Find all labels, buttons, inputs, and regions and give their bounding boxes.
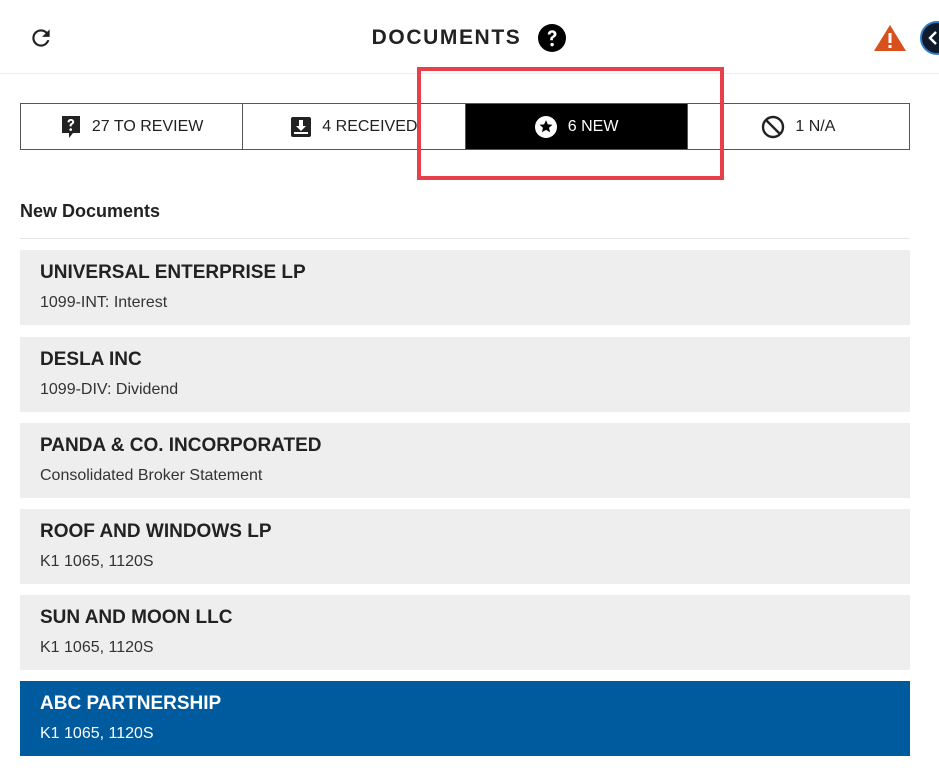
tab-not-applicable-label: 1 N/A [795, 117, 836, 135]
document-type: 1099-INT: Interest [40, 294, 168, 311]
tab-received[interactable]: 4 RECEIVED [242, 104, 464, 149]
document-name: UNIVERSAL ENTERPRISE LP [40, 262, 306, 283]
star-circle-icon [534, 115, 557, 138]
help-button[interactable] [537, 23, 567, 53]
title-bar: DOCUMENTS [0, 22, 939, 54]
list-item-desla-inc[interactable]: DESLA INC 1099-DIV: Dividend [20, 337, 910, 412]
document-name: ABC PARTNERSHIP [40, 693, 222, 714]
section-title: New Documents [20, 201, 161, 221]
question-document-icon [61, 115, 80, 138]
document-type: K1 1065, 1120S [40, 639, 154, 656]
header: DOCUMENTS [0, 0, 939, 74]
prohibited-icon [762, 115, 785, 138]
chevron-left-icon [928, 31, 937, 45]
list-item-roof-and-windows-lp[interactable]: ROOF AND WINDOWS LP K1 1065, 1120S [20, 509, 910, 584]
list-item-abc-partnership[interactable]: ABC PARTNERSHIP K1 1065, 1120S [20, 681, 910, 756]
list-item-universal-enterprise-lp[interactable]: UNIVERSAL ENTERPRISE LP 1099-INT: Intere… [20, 250, 910, 325]
document-name: DESLA INC [40, 349, 142, 370]
document-name: SUN AND MOON LLC [40, 607, 233, 628]
document-name: ROOF AND WINDOWS LP [40, 521, 272, 542]
section-divider [20, 238, 910, 239]
tab-to-review-label: 27 TO REVIEW [91, 117, 204, 135]
document-filter-tabs: 27 TO REVIEW 4 RECEIVED 6 NEW 1 N/A [20, 103, 910, 150]
tab-new[interactable]: 6 NEW [464, 104, 687, 149]
document-type: K1 1065, 1120S [40, 553, 154, 570]
tab-not-applicable[interactable]: 1 N/A [686, 104, 909, 149]
document-type: K1 1065, 1120S [40, 725, 154, 742]
document-name: PANDA & CO. INCORPORATED [40, 435, 322, 456]
document-type: 1099-DIV: Dividend [40, 381, 179, 398]
inbox-download-icon [291, 116, 312, 137]
tab-new-label: 6 NEW [567, 117, 619, 135]
list-item-panda-co[interactable]: PANDA & CO. INCORPORATED Consolidated Br… [20, 423, 910, 498]
page-title: DOCUMENTS [371, 26, 522, 49]
question-circle-icon [538, 24, 567, 52]
document-type: Consolidated Broker Statement [40, 467, 263, 484]
tab-received-label: 4 RECEIVED [322, 117, 418, 135]
warning-triangle-icon[interactable] [873, 24, 907, 52]
tab-to-review[interactable]: 27 TO REVIEW [21, 104, 242, 149]
list-item-sun-and-moon-llc[interactable]: SUN AND MOON LLC K1 1065, 1120S [20, 595, 910, 670]
